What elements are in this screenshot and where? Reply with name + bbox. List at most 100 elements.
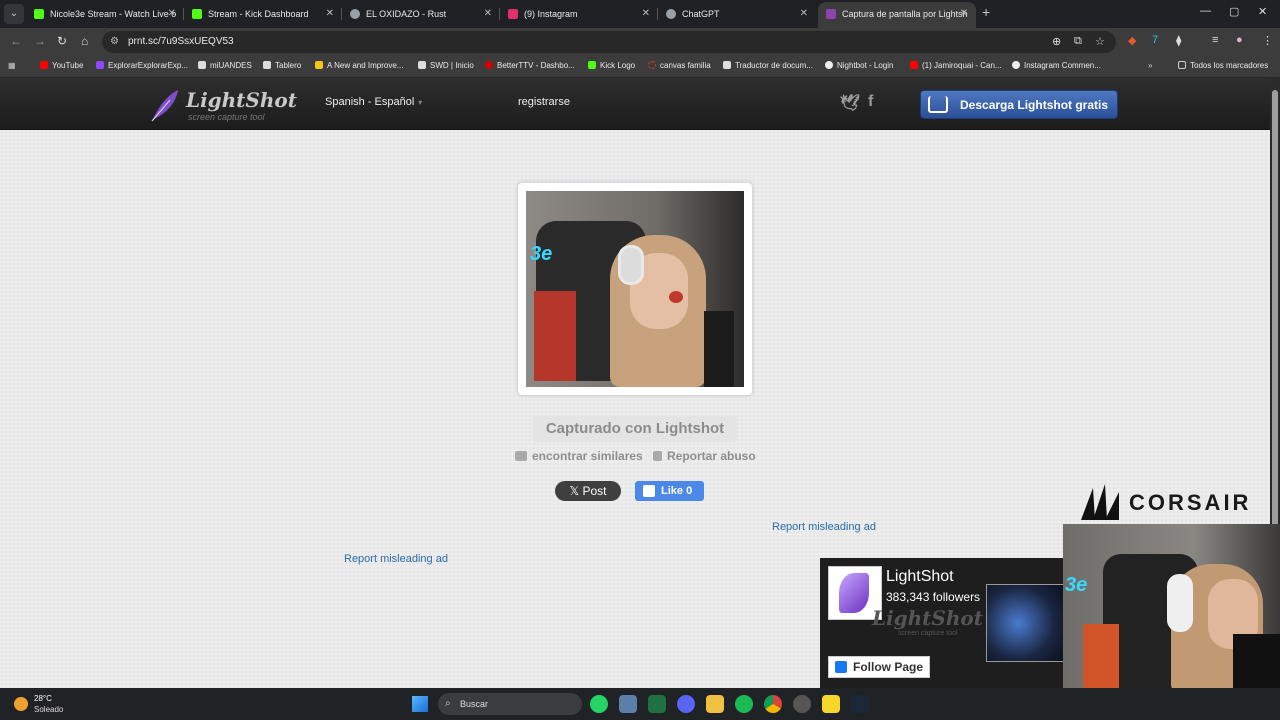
home-icon[interactable]: ⌂ [81, 34, 88, 48]
discord-icon[interactable] [677, 695, 695, 713]
close-icon[interactable]: ✕ [484, 2, 492, 26]
report-ad-link[interactable]: Report misleading ad [344, 553, 448, 565]
profile-avatar[interactable]: ● [1236, 34, 1243, 46]
download-button[interactable]: Descarga Lightshot gratis [920, 90, 1118, 119]
language-selector[interactable]: Spanish - Español ▾ [325, 96, 422, 108]
temperature: 28°C [34, 694, 52, 703]
bookmark-item[interactable]: canvas familia [648, 61, 711, 70]
apps-icon[interactable]: ▦ [8, 61, 16, 70]
follow-page-button[interactable]: Follow Page [828, 656, 930, 678]
close-window-icon[interactable]: ✕ [1258, 5, 1267, 18]
bookmark-item[interactable]: Tablero [263, 61, 301, 70]
bookmark-item[interactable]: Nightbot - Login [825, 61, 893, 70]
extension-icon[interactable]: ◆ [1128, 34, 1136, 47]
browser-tab[interactable]: Nicole3e Stream - Watch Live o ✕ [26, 2, 184, 28]
url-text[interactable]: prnt.sc/7u9SsxUEQV53 [128, 36, 234, 47]
weather-condition: Soleado [34, 705, 64, 714]
x-icon: 𝕏 [569, 484, 583, 498]
forward-icon[interactable]: → [34, 34, 46, 48]
sun-icon [14, 697, 28, 711]
bookmark-item[interactable]: SWD | Inicio [418, 61, 474, 70]
tab-title: EL OXIDAZO - Rust [366, 9, 447, 19]
reload-icon[interactable]: ↻ [57, 34, 67, 48]
register-link[interactable]: registrarse [518, 96, 570, 108]
close-icon[interactable]: ✕ [642, 2, 650, 26]
twitter-icon[interactable]: 🕊 [840, 93, 860, 113]
weather-widget[interactable]: 28°C Soleado [14, 693, 84, 715]
extension-icon[interactable]: 7 [1152, 34, 1158, 46]
tab-title: Stream - Kick Dashboard [208, 9, 309, 19]
facebook-icon[interactable]: f [868, 93, 873, 111]
chatgpt-icon [666, 9, 676, 19]
captured-with-caption: Capturado con Lightshot [533, 416, 737, 442]
chrome-icon[interactable] [764, 695, 782, 713]
menu-icon[interactable]: ⋮ [1262, 34, 1273, 47]
close-icon[interactable]: ✕ [168, 2, 176, 26]
download-button-label: Descarga Lightshot gratis [960, 98, 1109, 112]
close-icon[interactable]: ✕ [326, 2, 334, 26]
corsair-sails-icon [1081, 484, 1119, 520]
excel-icon[interactable] [648, 695, 666, 713]
x-post-button[interactable]: 𝕏 Post [555, 481, 621, 501]
more-bookmarks-icon[interactable]: » [1148, 61, 1152, 70]
reading-list-icon[interactable]: ≡ [1212, 34, 1218, 46]
browser-toolbar: ← → ↻ ⌂ ⚙ prnt.sc/7u9SsxUEQV53 ⊕ ⧉ ☆ ◆ 7… [0, 28, 1280, 56]
page-name[interactable]: LightShot [886, 568, 954, 586]
bookmark-item[interactable]: Instagram Commen... [1012, 61, 1101, 70]
bookmark-item[interactable]: Kick Logo [588, 61, 635, 70]
tab-search-button[interactable]: ⌄ [4, 4, 24, 24]
lightshot-icon [826, 9, 836, 19]
site-info-icon[interactable]: ⚙ [110, 36, 119, 47]
logo-tagline: screen capture tool [188, 112, 265, 122]
bookmark-item[interactable]: A New and Improve... [315, 61, 403, 70]
browser-tab[interactable]: ChatGPT ✕ [658, 2, 816, 28]
taskbar-search[interactable]: ⌕ Buscar [438, 693, 582, 715]
browser-tab[interactable]: EL OXIDAZO - Rust ✕ [342, 2, 500, 28]
bookmark-item[interactable]: YouTube [40, 61, 83, 70]
minimize-icon[interactable]: — [1200, 5, 1211, 17]
back-icon[interactable]: ← [10, 34, 22, 48]
spotify-icon[interactable] [735, 695, 753, 713]
whatsapp-icon[interactable] [590, 695, 608, 713]
file-explorer-icon[interactable] [706, 695, 724, 713]
browser-tab[interactable]: Stream - Kick Dashboard ✕ [184, 2, 342, 28]
browser-tab[interactable]: (9) Instagram ✕ [500, 2, 658, 28]
webcam-neon-sign: 3e [1065, 574, 1088, 596]
address-bar[interactable]: ⚙ prnt.sc/7u9SsxUEQV53 ⊕ ⧉ ☆ [102, 31, 1116, 53]
bookmark-item[interactable]: BetterTTV - Dashbo... [485, 61, 575, 70]
find-similar-link[interactable]: encontrar similares [515, 449, 643, 463]
sponsor-logo: CORSAIR [1075, 480, 1280, 524]
bookmark-item[interactable]: (1) Jamiroquai - Can... [910, 61, 1002, 70]
bookmark-item[interactable]: ExplorarExplorarExp... [96, 61, 188, 70]
bookmark-star-icon[interactable]: ☆ [1095, 35, 1105, 48]
thumbs-up-icon [643, 485, 655, 497]
facebook-like-button[interactable]: Like 0 [635, 481, 704, 501]
maximize-icon[interactable]: ▢ [1229, 5, 1239, 18]
new-tab-button[interactable]: + [982, 4, 990, 20]
windows-start-icon[interactable] [412, 696, 428, 712]
camera-icon [515, 451, 527, 461]
bookmark-item[interactable]: Traductor de docum... [723, 61, 813, 70]
language-label: Spanish - Español [325, 96, 415, 108]
close-icon[interactable]: ✕ [960, 2, 968, 26]
download-icon [928, 96, 948, 113]
bookmarks-folder[interactable]: Todos los marcadores [1178, 61, 1268, 70]
bookmark-item[interactable]: miUANDES [198, 61, 252, 70]
tab-strip: ⌄ Nicole3e Stream - Watch Live o ✕ Strea… [0, 0, 1280, 28]
close-icon[interactable]: ✕ [800, 2, 808, 26]
screenshot-image[interactable]: 3e [526, 191, 744, 387]
report-abuse-link[interactable]: Reportar abuso [653, 449, 756, 463]
install-icon[interactable]: ⧉ [1074, 35, 1082, 48]
steam-icon[interactable] [851, 695, 869, 713]
browser-tab-active[interactable]: Captura de pantalla por Lightsh ✕ [818, 2, 976, 28]
obs-icon[interactable] [793, 695, 811, 713]
logo-text: LightShot [186, 88, 297, 112]
neon-sign: 3e [530, 243, 553, 265]
sticky-notes-icon[interactable] [822, 695, 840, 713]
kick-icon [192, 9, 202, 19]
zoom-icon[interactable]: ⊕ [1052, 35, 1061, 48]
extensions-puzzle-icon[interactable]: ⧫ [1176, 34, 1181, 47]
report-ad-link[interactable]: Report misleading ad [772, 521, 876, 533]
lightshot-logo[interactable]: LightShot screen capture tool [150, 86, 297, 124]
notepad-icon[interactable] [619, 695, 637, 713]
